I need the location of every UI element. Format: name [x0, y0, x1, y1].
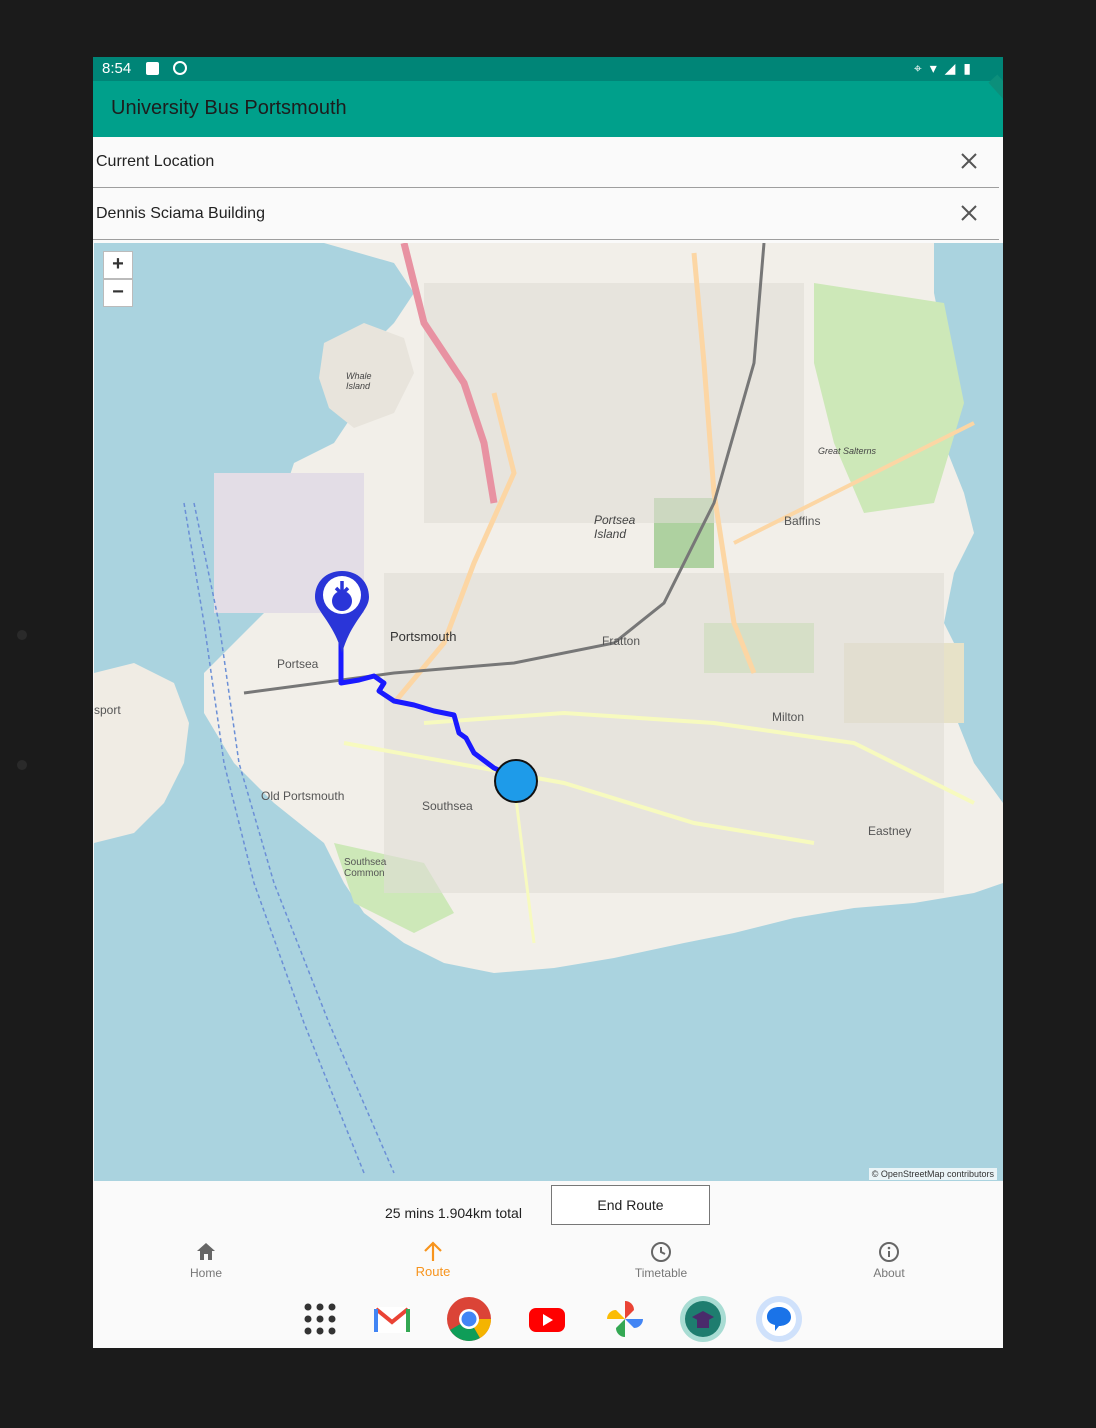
device-screen: 8:54 ⌖ ▾ ◢ ▮ University Bus Portsmouth C…: [93, 57, 1003, 1348]
destination-field[interactable]: Dennis Sciama Building: [93, 189, 999, 240]
chrome-icon[interactable]: [445, 1295, 493, 1343]
label-portsea: Portsea: [277, 657, 319, 671]
location-icon: ⌖: [913, 60, 924, 76]
info-icon: [879, 1242, 899, 1262]
residential-central: [384, 573, 944, 893]
clock-icon: [651, 1242, 671, 1262]
clear-destination-icon[interactable]: [957, 201, 981, 225]
status-bar: 8:54 ⌖ ▾ ◢ ▮: [93, 57, 1003, 81]
destination-value[interactable]: Dennis Sciama Building: [96, 205, 265, 223]
label-gosport: sport: [94, 703, 121, 717]
nav-about-label: About: [873, 1266, 905, 1280]
camera-dot: [17, 630, 27, 640]
label-southsea: Southsea: [422, 799, 473, 813]
home-icon: [197, 1243, 215, 1260]
sensor-dot: [17, 760, 27, 770]
photos-icon[interactable]: [601, 1295, 649, 1343]
nav-about[interactable]: About: [819, 1231, 959, 1287]
label-portsea-island: Portsea Island: [594, 513, 636, 541]
label-baffins: Baffins: [784, 514, 821, 528]
bottom-navigation: Home Route Timetable About: [93, 1231, 1003, 1287]
map-view[interactable]: Portsmouth Portsea Island Fratton Souths…: [94, 243, 1003, 1181]
messages-icon[interactable]: [755, 1295, 803, 1343]
route-summary: 25 mins 1.904km total: [385, 1205, 522, 1221]
origin-field[interactable]: Current Location: [93, 137, 999, 188]
nav-home[interactable]: Home: [136, 1231, 276, 1287]
clear-origin-icon[interactable]: [957, 149, 981, 173]
zoom-out-button[interactable]: −: [103, 279, 133, 307]
wifi-icon: ▾: [929, 60, 939, 76]
label-whale-island: Whale Island: [346, 371, 372, 391]
sd-card-icon: [146, 62, 159, 75]
gmail-icon[interactable]: [368, 1295, 416, 1343]
nav-timetable-label: Timetable: [634, 1266, 688, 1280]
classroom-icon[interactable]: [679, 1295, 727, 1343]
end-route-button[interactable]: End Route: [551, 1185, 710, 1225]
label-great-salterns: Great Salterns: [818, 446, 877, 456]
launcher-dock: [93, 1287, 1003, 1348]
map-tiles: [94, 243, 1003, 1174]
destination-pin-icon[interactable]: [313, 569, 371, 655]
label-southsea-common: Southsea Common: [344, 857, 387, 879]
nav-timetable[interactable]: Timetable: [591, 1231, 731, 1287]
debug-banner: [943, 57, 1003, 137]
arrow-up-icon: [424, 1241, 442, 1261]
zoom-in-button[interactable]: +: [103, 251, 133, 279]
youtube-icon[interactable]: [523, 1295, 571, 1343]
app-title: University Bus Portsmouth: [111, 97, 347, 119]
app-bar: University Bus Portsmouth: [93, 74, 1003, 137]
nav-home-label: Home: [189, 1266, 222, 1280]
origin-value[interactable]: Current Location: [96, 153, 214, 171]
label-portsmouth: Portsmouth: [390, 629, 457, 644]
current-location-marker[interactable]: [492, 757, 540, 805]
residential-north: [424, 283, 804, 523]
nav-route[interactable]: Route: [363, 1231, 503, 1287]
nav-route-label: Route: [415, 1264, 451, 1279]
label-old-portsmouth: Old Portsmouth: [261, 789, 345, 803]
gosport-land: [94, 663, 189, 843]
sync-icon: [173, 61, 187, 75]
status-time: 8:54: [102, 60, 132, 77]
map-attribution[interactable]: © OpenStreetMap contributors: [868, 1168, 997, 1180]
label-eastney: Eastney: [868, 824, 912, 838]
label-fratton: Fratton: [602, 634, 641, 648]
app-drawer-icon[interactable]: [296, 1295, 344, 1343]
route-summary-bar: 25 mins 1.904km total End Route: [93, 1181, 1003, 1232]
label-milton: Milton: [772, 710, 805, 724]
